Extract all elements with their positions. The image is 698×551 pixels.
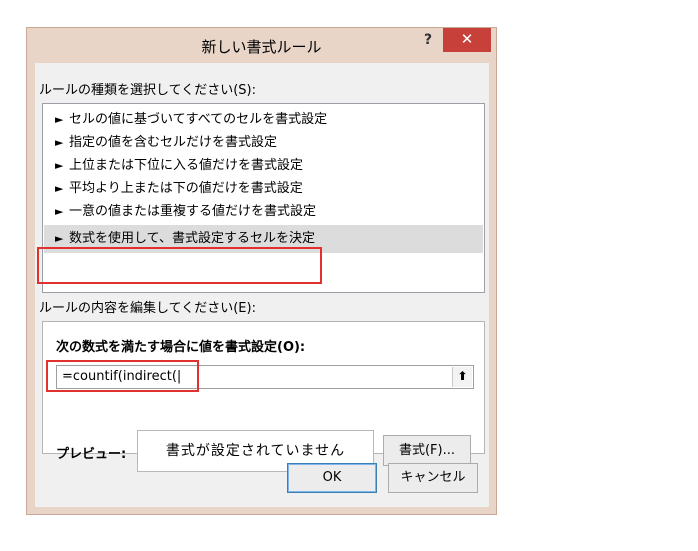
help-button[interactable]: ?	[415, 28, 441, 52]
arrow-right-icon: ►	[55, 113, 64, 126]
formula-value: =countif(indirect(|	[62, 369, 182, 384]
arrow-right-icon: ►	[55, 182, 64, 195]
rule-type-item-label: 指定の値を含むセルだけを書式設定	[69, 135, 278, 150]
rule-type-item-top-bottom[interactable]: ► 上位または下位に入る値だけを書式設定	[44, 154, 483, 177]
arrow-right-icon: ►	[55, 136, 64, 149]
dialog-body: ルールの種類を選択してください(S): ► セルの値に基づいてすべてのセルを書式設…	[35, 63, 489, 507]
formula-input[interactable]: =countif(indirect(| ⬆	[56, 365, 474, 389]
formula-label: 次の数式を満たす場合に値を書式設定(O):	[56, 340, 306, 355]
rule-type-item-label: 一意の値または重複する値だけを書式設定	[69, 204, 317, 219]
rule-type-item-cell-value[interactable]: ► セルの値に基づいてすべてのセルを書式設定	[44, 108, 483, 131]
rule-edit-panel: 次の数式を満たす場合に値を書式設定(O): =countif(indirect(…	[42, 321, 485, 472]
rule-type-item-average[interactable]: ► 平均より上または下の値だけを書式設定	[44, 177, 483, 200]
close-button[interactable]: ✕	[443, 28, 491, 52]
rule-type-item-label: 平均より上または下の値だけを書式設定	[69, 181, 303, 196]
ok-button[interactable]: OK	[287, 463, 377, 493]
rule-type-item-contains[interactable]: ► 指定の値を含むセルだけを書式設定	[44, 131, 483, 154]
collapse-dialog-button[interactable]: ⬆	[452, 367, 472, 387]
rule-type-label: ルールの種類を選択してください(S):	[39, 83, 256, 98]
rule-type-item-formula[interactable]: ► 数式を使用して、書式設定するセルを決定	[44, 225, 483, 253]
new-formatting-rule-dialog: 新しい書式ルール ? ✕ ルールの種類を選択してください(S): ► セルの値に基…	[26, 27, 497, 515]
rule-type-item-label: セルの値に基づいてすべてのセルを書式設定	[69, 112, 328, 127]
rule-type-list[interactable]: ► セルの値に基づいてすべてのセルを書式設定 ► 指定の値を含むセルだけを書式設定 …	[42, 103, 485, 293]
rule-type-item-label: 上位または下位に入る値だけを書式設定	[69, 158, 304, 173]
rule-edit-label: ルールの内容を編集してください(E):	[39, 301, 256, 316]
arrow-right-icon: ►	[55, 159, 64, 172]
arrow-right-icon: ►	[55, 232, 64, 245]
rule-type-item-unique-duplicate[interactable]: ► 一意の値または重複する値だけを書式設定	[44, 200, 483, 223]
rule-type-item-label: 数式を使用して、書式設定するセルを決定	[69, 231, 315, 246]
format-button[interactable]: 書式(F)...	[383, 435, 471, 466]
title-bar: 新しい書式ルール ? ✕	[27, 28, 496, 62]
collapse-arrow-icon: ⬆	[457, 369, 468, 383]
arrow-right-icon: ►	[55, 205, 64, 218]
cancel-button[interactable]: キャンセル	[388, 463, 478, 493]
preview-label: プレビュー:	[56, 447, 127, 462]
